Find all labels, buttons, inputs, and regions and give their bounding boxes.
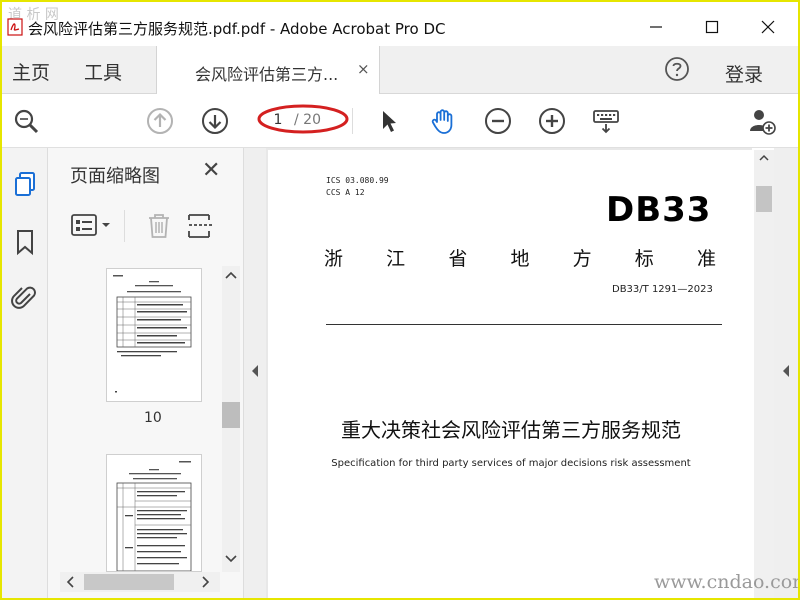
acrobat-window: 道 析 网 会风险评估第三方服务规范.pdf.pdf - Adobe Acrob…	[2, 2, 798, 598]
panel-separator	[124, 210, 125, 242]
toolbar-separator	[352, 108, 353, 134]
zoom-in-icon[interactable]	[538, 107, 566, 135]
next-page-icon[interactable]	[201, 107, 229, 135]
document-tab-close-button[interactable]: ×	[357, 60, 370, 78]
province-char: 地	[510, 248, 530, 270]
horizontal-scroll-thumb[interactable]	[84, 574, 174, 590]
maximize-icon	[705, 20, 719, 34]
tab-home[interactable]: 主页	[12, 58, 50, 85]
pdf-app-icon	[7, 18, 23, 36]
close-window-button[interactable]	[748, 12, 788, 42]
title-bar: 道 析 网 会风险评估第三方服务规范.pdf.pdf - Adobe Acrob…	[2, 2, 798, 46]
standard-code-logo: DB33	[606, 190, 712, 230]
right-panel-collapse-strip[interactable]	[774, 148, 798, 598]
document-tab-label: 会风险评估第三方...	[195, 65, 339, 84]
document-scroll-thumb[interactable]	[756, 186, 772, 212]
left-panel-collapse-strip[interactable]	[244, 148, 266, 598]
thumbnail-page-11[interactable]	[106, 454, 202, 572]
scroll-down-icon[interactable]	[224, 552, 238, 566]
province-char: 方	[572, 248, 592, 270]
thumbnails-close-button[interactable]: ✕	[202, 158, 220, 183]
thumbnail-page-10[interactable]	[106, 268, 202, 402]
tab-tools[interactable]: 工具	[84, 58, 122, 85]
province-char: 准	[696, 248, 716, 270]
document-title-chinese: 重大决策社会风险评估第三方服务规范	[341, 418, 681, 442]
thumbnails-panel-title: 页面缩略图	[70, 166, 160, 187]
navigation-rail	[2, 148, 48, 598]
scroll-right-icon[interactable]	[198, 575, 212, 589]
page-thumbnails-icon[interactable]	[11, 170, 39, 198]
window-title: 会风险评估第三方服务规范.pdf.pdf - Adobe Acrobat Pro…	[28, 20, 446, 38]
attachment-icon[interactable]	[11, 284, 39, 312]
minimize-button[interactable]	[636, 12, 676, 42]
document-title-english: Specification for third party services o…	[331, 458, 691, 469]
zoom-search-icon[interactable]	[12, 107, 40, 135]
minimize-icon	[650, 26, 662, 28]
select-cursor-icon[interactable]	[375, 107, 403, 135]
doc-scroll-up-icon[interactable]	[758, 152, 770, 164]
standard-number: DB33/T 1291—2023	[612, 284, 713, 295]
toolbar: 1 / 20	[2, 94, 798, 148]
collapse-left-icon[interactable]	[250, 364, 260, 378]
thumbnail-page-number: 10	[144, 410, 162, 426]
province-char: 标	[634, 248, 654, 270]
thumbnail-preview-next	[116, 461, 192, 572]
thumbnail-preview	[113, 275, 192, 393]
scroll-up-icon[interactable]	[224, 268, 238, 282]
thumbnail-options-icon[interactable]	[70, 212, 116, 240]
delete-page-icon[interactable]	[146, 212, 172, 240]
thumbnails-scroll-thumb[interactable]	[222, 402, 240, 428]
site-watermark: www.cndao.com	[654, 571, 798, 593]
close-icon	[761, 20, 775, 34]
keyboard-mode-icon[interactable]	[592, 107, 620, 135]
bookmark-icon[interactable]	[11, 228, 39, 256]
scroll-left-icon[interactable]	[64, 575, 78, 589]
ics-code: ICS 03.080.99	[326, 176, 389, 185]
header-rule	[326, 324, 722, 325]
rotate-page-icon[interactable]	[186, 212, 216, 240]
login-button[interactable]: 登录	[725, 60, 763, 87]
add-user-icon[interactable]	[748, 107, 776, 135]
thumbnails-panel: 页面缩略图 ✕ 10	[48, 148, 244, 598]
red-annotation-ellipse	[257, 104, 349, 134]
province-standard-heading: 浙 江 省 地 方 标 准	[324, 244, 716, 271]
ccs-code: CCS A 12	[326, 188, 365, 197]
document-vertical-scrollbar[interactable]	[754, 150, 774, 598]
tab-bar: 主页 工具 会风险评估第三方... × 登录	[2, 46, 798, 94]
expand-right-panel-icon[interactable]	[781, 364, 791, 378]
pdf-page: ICS 03.080.99 CCS A 12 DB33 浙 江 省 地 方 标 …	[268, 150, 754, 598]
province-char: 江	[386, 248, 406, 270]
hand-tool-icon[interactable]	[429, 107, 457, 135]
maximize-button[interactable]	[692, 12, 732, 42]
tab-document[interactable]: 会风险评估第三方... ×	[156, 46, 380, 94]
province-char: 省	[448, 248, 468, 270]
zoom-out-icon[interactable]	[484, 107, 512, 135]
previous-page-icon[interactable]	[146, 107, 174, 135]
province-char: 浙	[324, 248, 344, 270]
help-icon[interactable]	[664, 56, 690, 82]
